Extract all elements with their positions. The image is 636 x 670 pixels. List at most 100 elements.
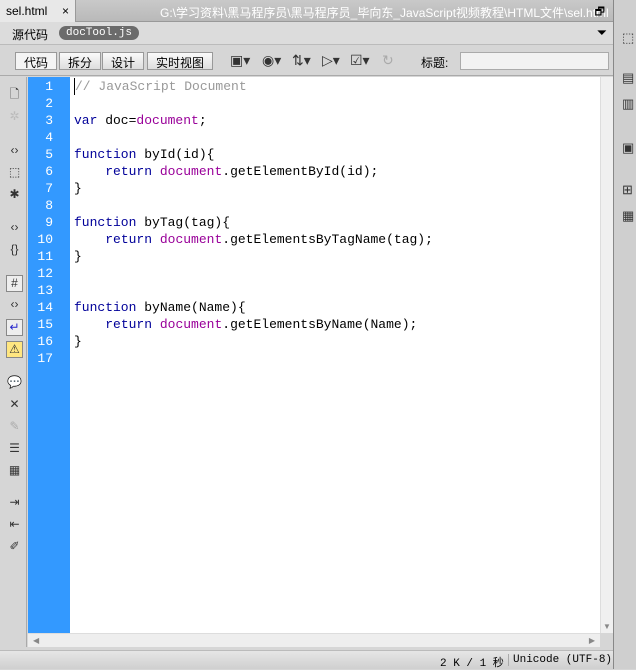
css-panel-icon[interactable]: ▤	[622, 70, 634, 86]
view-code-button[interactable]: 代码	[15, 52, 58, 70]
view-design-button[interactable]: 设计	[102, 52, 145, 70]
line-number[interactable]: 12	[37, 265, 53, 282]
line-number[interactable]: 1	[45, 78, 53, 95]
code-line[interactable]: function byId(id){	[74, 146, 433, 163]
syntax-error-alerts-icon[interactable]: ⚠	[6, 341, 23, 358]
line-number[interactable]: 7	[45, 180, 53, 197]
code-token: function	[74, 147, 137, 162]
open-documents-icon[interactable]: 🗋	[6, 85, 23, 102]
remove-comment-icon[interactable]: ✕	[6, 397, 23, 414]
file-management-icon[interactable]: ⇅▾	[292, 52, 311, 69]
validate-icon[interactable]: ☑▾	[350, 52, 370, 69]
code-token: .getElementsByTagName(tag);	[222, 232, 433, 247]
code-line[interactable]	[74, 197, 433, 214]
line-number[interactable]: 2	[45, 95, 53, 112]
filter-icon[interactable]: ⏷	[597, 25, 607, 41]
code-line[interactable]	[74, 129, 433, 146]
balance-braces-icon[interactable]: {}	[6, 242, 23, 259]
collapse-full-tag-icon[interactable]: ‹›	[6, 143, 23, 160]
line-number[interactable]: 13	[37, 282, 53, 299]
wrap-tag-icon[interactable]: ✎	[6, 419, 23, 436]
code-token: byName(Name){	[136, 300, 246, 315]
preview-browser-icon[interactable]: ◉▾	[262, 52, 281, 69]
ap-elements-icon[interactable]: ▥	[622, 96, 634, 112]
expand-all-icon[interactable]: ✱	[6, 187, 23, 204]
line-number[interactable]: 6	[45, 163, 53, 180]
tab-sel-html[interactable]: sel.html ×	[0, 0, 76, 22]
code-token: .getElementById(id);	[222, 164, 379, 179]
line-number[interactable]: 10	[37, 231, 53, 248]
code-line[interactable]	[74, 282, 433, 299]
document-tab-bar: sel.html × G:\学习资料\黑马程序员\黑马程序员_毕向东_JavaS…	[0, 0, 613, 22]
line-number[interactable]: 8	[45, 197, 53, 214]
code-content[interactable]: // JavaScript Document var doc=document; f…	[74, 78, 433, 367]
recent-snippets-icon[interactable]: ☰	[6, 441, 23, 458]
tab-label: sel.html	[6, 4, 48, 18]
line-number[interactable]: 9	[45, 214, 53, 231]
highlight-invalid-code-icon[interactable]: ‹›	[6, 297, 23, 314]
code-token: byTag(tag){	[136, 215, 231, 230]
scroll-right-icon[interactable]: ▶	[589, 636, 595, 645]
title-input[interactable]	[460, 52, 609, 70]
word-wrap-icon[interactable]: ↵	[6, 319, 23, 336]
line-number[interactable]: 15	[37, 316, 53, 333]
code-line[interactable]: }	[74, 180, 433, 197]
horizontal-scrollbar[interactable]: ◀ ▶	[28, 633, 600, 647]
code-line[interactable]: function byName(Name){	[74, 299, 433, 316]
line-number[interactable]: 14	[37, 299, 53, 316]
scroll-down-icon[interactable]: ▼	[603, 622, 611, 631]
view-split-button[interactable]: 拆分	[59, 52, 102, 70]
live-view-button[interactable]: 实时视图	[147, 52, 214, 70]
assets-panel-icon[interactable]: ▦	[622, 208, 634, 224]
code-line[interactable]: function byTag(tag){	[74, 214, 433, 231]
indent-code-icon[interactable]: ⇥	[6, 495, 23, 512]
show-code-navigator-icon[interactable]: ✲	[6, 109, 23, 126]
code-line[interactable]	[74, 265, 433, 282]
business-catalyst-icon[interactable]: ▣	[622, 140, 634, 156]
code-line[interactable]: // JavaScript Document	[74, 78, 433, 95]
code-token: }	[74, 249, 82, 264]
visual-aids-icon[interactable]: ▷▾	[322, 52, 340, 69]
code-line[interactable]: var doc=document;	[74, 112, 433, 129]
document-toolbar: 代码 拆分 设计 实时视图 ▣▾ ◉▾ ⇅▾ ▷▾ ☑▾ ↻ 标题:	[0, 46, 613, 76]
code-editor[interactable]: // JavaScript Document var doc=document; f…	[70, 77, 600, 633]
scroll-left-icon[interactable]: ◀	[33, 636, 39, 645]
line-number[interactable]: 16	[37, 333, 53, 350]
format-source-code-icon[interactable]: ✐	[6, 539, 23, 556]
outdent-code-icon[interactable]: ⇤	[6, 517, 23, 534]
refresh-icon[interactable]: ↻	[382, 52, 394, 69]
insert-panel-icon[interactable]: ⬚	[622, 30, 634, 46]
code-line[interactable]	[74, 95, 433, 112]
code-line[interactable]	[74, 350, 433, 367]
close-icon[interactable]: ×	[62, 4, 69, 18]
line-number[interactable]: 11	[37, 248, 53, 265]
code-line[interactable]: return document.getElementsByName(Name);	[74, 316, 433, 333]
apply-comment-icon[interactable]: 💬	[6, 375, 23, 392]
line-number-gutter: 1 2 3 4 5 6 7 8 9 10 11 12 13 14 15 16 17	[28, 77, 70, 633]
select-parent-tag-icon[interactable]: ‹›	[6, 220, 23, 237]
line-numbers-icon[interactable]: #	[6, 275, 23, 292]
move-css-icon[interactable]: ▦	[6, 463, 23, 480]
encoding[interactable]: Unicode (UTF-8)	[508, 654, 612, 666]
code-token: byId(id){	[136, 147, 215, 162]
restore-window-icon[interactable]: 🗗	[595, 3, 605, 22]
code-line[interactable]: }	[74, 248, 433, 265]
related-file-doctool[interactable]: docTool.js	[59, 26, 140, 40]
files-panel-icon[interactable]: ⊞	[622, 182, 633, 198]
multiscreen-icon[interactable]: ▣▾	[230, 52, 250, 69]
line-number[interactable]: 5	[45, 146, 53, 163]
collapse-selection-icon[interactable]: ⬚	[6, 165, 23, 182]
code-line[interactable]: return document.getElementsByTagName(tag…	[74, 231, 433, 248]
code-token: return	[105, 232, 153, 247]
code-line[interactable]: return document.getElementById(id);	[74, 163, 433, 180]
code-token: document	[159, 164, 223, 179]
line-number[interactable]: 3	[45, 112, 53, 129]
vertical-scrollbar[interactable]: ▼	[600, 77, 613, 633]
source-code-link[interactable]: 源代码	[12, 26, 48, 43]
code-line[interactable]: }	[74, 333, 433, 350]
line-number[interactable]: 17	[37, 350, 53, 367]
line-number[interactable]: 4	[45, 129, 53, 146]
code-token: return	[105, 164, 153, 179]
